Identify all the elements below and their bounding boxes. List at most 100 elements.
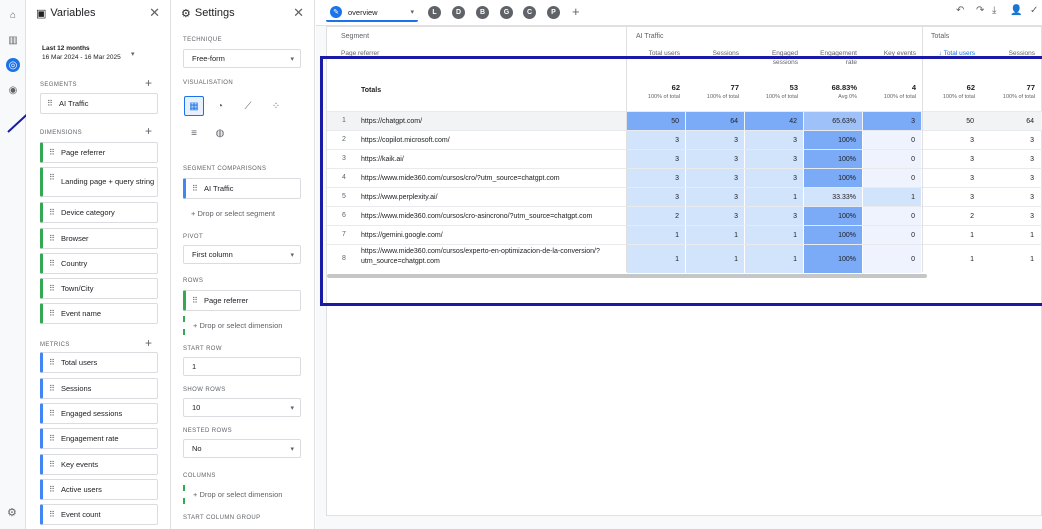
column-header[interactable]: Key events: [863, 49, 916, 58]
show-rows-select[interactable]: 10 ▾: [183, 398, 301, 417]
tab-l[interactable]: L: [428, 6, 441, 19]
metric-chip[interactable]: ⠿ Event count: [40, 504, 158, 525]
drag-handle-icon[interactable]: ⠿: [49, 460, 55, 469]
table-row[interactable]: 1 https://chatgpt.com/50 64 42 65.63% 3 50 64: [327, 111, 1042, 130]
drop-segment-target[interactable]: + Drop or select segment: [183, 204, 301, 223]
chevron-down-icon[interactable]: ▾: [410, 8, 414, 16]
show-rows-value: 10: [192, 403, 201, 412]
metric-cell: 3: [745, 207, 803, 225]
tab-p[interactable]: P: [547, 6, 560, 19]
reports-icon[interactable]: ▥: [6, 33, 20, 47]
metric-chip[interactable]: ⠿ Key events: [40, 454, 158, 475]
page-referrer-header[interactable]: Page referrer: [341, 50, 379, 57]
line-vis-icon[interactable]: ⟋: [238, 96, 258, 116]
metric-chip[interactable]: ⠿ Active users: [40, 479, 158, 500]
advertising-icon[interactable]: ◉: [6, 83, 20, 97]
metric-chip[interactable]: ⠿ Engaged sessions: [40, 403, 158, 424]
pivot-select[interactable]: First column ▾: [183, 245, 301, 264]
donut-vis-icon[interactable]: ◔: [210, 96, 230, 116]
drag-handle-icon[interactable]: ⠿: [49, 409, 55, 418]
totals-value: 77: [730, 83, 739, 92]
column-header[interactable]: Sessions: [982, 49, 1035, 58]
drag-handle-icon[interactable]: ⠿: [49, 259, 55, 268]
drag-handle-icon[interactable]: ⠿: [49, 309, 55, 318]
add-tab-icon[interactable]: +: [572, 4, 580, 19]
drop-column-dimension-target[interactable]: + Drop or select dimension: [183, 485, 301, 504]
column-header[interactable]: Sessions: [686, 49, 739, 58]
page-referrer-cell: https://kaik.ai/: [361, 156, 404, 163]
close-settings-icon[interactable]: ✕: [293, 5, 304, 21]
download-icon[interactable]: ⤓: [992, 5, 996, 16]
drag-handle-icon[interactable]: ⠿: [49, 434, 55, 443]
metric-cell: 3: [745, 169, 803, 187]
column-divider: [626, 27, 627, 272]
metric-chip[interactable]: ⠿ Engagement rate: [40, 428, 158, 449]
close-variables-icon[interactable]: ✕: [149, 5, 160, 21]
drag-handle-icon[interactable]: ⠿: [49, 234, 55, 243]
metric-chip[interactable]: ⠿ Sessions: [40, 378, 158, 399]
scatter-vis-icon[interactable]: ⁘: [266, 96, 286, 116]
row-dimension-chip[interactable]: ⠿ Page referrer: [183, 290, 301, 311]
technique-select[interactable]: Free-form ▾: [183, 49, 301, 68]
tab-overview[interactable]: ✎ overview ▾: [326, 4, 418, 22]
geo-map-vis-icon[interactable]: ◍: [210, 123, 230, 143]
drag-handle-icon[interactable]: ⠿: [49, 148, 55, 157]
start-row-input[interactable]: 1: [183, 357, 301, 376]
tab-b[interactable]: B: [476, 6, 489, 19]
exploration-canvas: Segment AI Traffic Totals Page referrer …: [316, 26, 1042, 529]
add-metric-icon[interactable]: +: [145, 336, 152, 350]
drag-handle-icon[interactable]: ⠿: [192, 296, 198, 305]
segment-comparison-chip[interactable]: ⠿ AI Traffic: [183, 178, 301, 199]
add-segment-icon[interactable]: +: [145, 76, 152, 90]
nested-rows-select[interactable]: No ▾: [183, 439, 301, 458]
explore-icon[interactable]: ◎: [6, 58, 20, 72]
table-row[interactable]: 7 https://gemini.google.com/1 1 1 100% 0 1 1: [327, 225, 1042, 244]
dimension-chip[interactable]: ⠿ Town/City: [40, 278, 158, 299]
drag-handle-icon[interactable]: ⠿: [49, 384, 55, 393]
tab-g[interactable]: G: [500, 6, 513, 19]
table-row[interactable]: 6 https://www.mide360.com/cursos/cro-asin…: [327, 206, 1042, 225]
drop-row-dimension-target[interactable]: + Drop or select dimension: [183, 316, 301, 335]
admin-gear-icon[interactable]: ⚙: [7, 506, 17, 519]
share-user-icon[interactable]: 👤: [1010, 5, 1022, 16]
date-dropdown-icon[interactable]: ▾: [131, 50, 135, 58]
dimension-chip[interactable]: ⠿ Browser: [40, 228, 158, 249]
dimension-chip[interactable]: ⠿ Page referrer: [40, 142, 158, 163]
column-header[interactable]: ↓ Total users: [922, 49, 975, 58]
home-icon[interactable]: ⌂: [6, 8, 20, 22]
bar-vis-icon[interactable]: ≡: [184, 123, 204, 143]
dimension-chip[interactable]: ⠿ Landing page + query string: [40, 167, 158, 197]
table-row[interactable]: 5 https://www.perplexity.ai/3 3 1 33.33% 1 3 3: [327, 187, 1042, 206]
table-row[interactable]: 2 https://copilot.microsoft.com/3 3 3 100% 0 3…: [327, 130, 1042, 149]
dimension-chip[interactable]: ⠿ Country: [40, 253, 158, 274]
drag-handle-icon[interactable]: ⠿: [49, 208, 55, 217]
totals-value: 68.83%: [831, 83, 857, 92]
column-header[interactable]: Total users: [627, 49, 680, 58]
metric-chip[interactable]: ⠿ Total users: [40, 352, 158, 373]
redo-icon[interactable]: ↷: [976, 5, 984, 16]
date-range-selector[interactable]: Last 12 months 16 Mar 2024 - 16 Mar 2025: [42, 44, 121, 62]
check-icon[interactable]: ✓: [1030, 5, 1038, 16]
segment-chip-ai-traffic[interactable]: ⠿ AI Traffic: [40, 93, 158, 114]
table-row[interactable]: 3 https://kaik.ai/3 3 3 100% 0 3 3: [327, 149, 1042, 168]
tab-c[interactable]: C: [523, 6, 536, 19]
column-header[interactable]: Engagement rate: [804, 49, 857, 67]
table-row[interactable]: 4 https://www.mide360.com/cursos/cro/?utm…: [327, 168, 1042, 187]
horizontal-scrollbar[interactable]: [327, 274, 927, 278]
undo-icon[interactable]: ↶: [956, 5, 964, 16]
dimension-chip[interactable]: ⠿ Event name: [40, 303, 158, 324]
drag-handle-icon[interactable]: ⠿: [47, 99, 53, 108]
tab-d[interactable]: D: [452, 6, 465, 19]
drag-handle-icon[interactable]: ⠿: [49, 485, 55, 494]
add-dimension-icon[interactable]: +: [145, 124, 152, 138]
dimension-chip[interactable]: ⠿ Device category: [40, 202, 158, 223]
drag-handle-icon[interactable]: ⠿: [49, 358, 55, 367]
drag-handle-icon[interactable]: ⠿: [49, 510, 55, 519]
drag-handle-icon[interactable]: ⠿: [49, 284, 55, 293]
column-header[interactable]: Engaged sessions: [745, 49, 798, 67]
table-row[interactable]: 8 https://www.mide360.com/cursos/experto-…: [327, 244, 1042, 273]
drag-handle-icon[interactable]: ⠿: [49, 173, 55, 183]
metric-label: Event count: [61, 510, 101, 519]
drag-handle-icon[interactable]: ⠿: [192, 184, 198, 193]
table-vis-icon[interactable]: ▦: [184, 96, 204, 116]
